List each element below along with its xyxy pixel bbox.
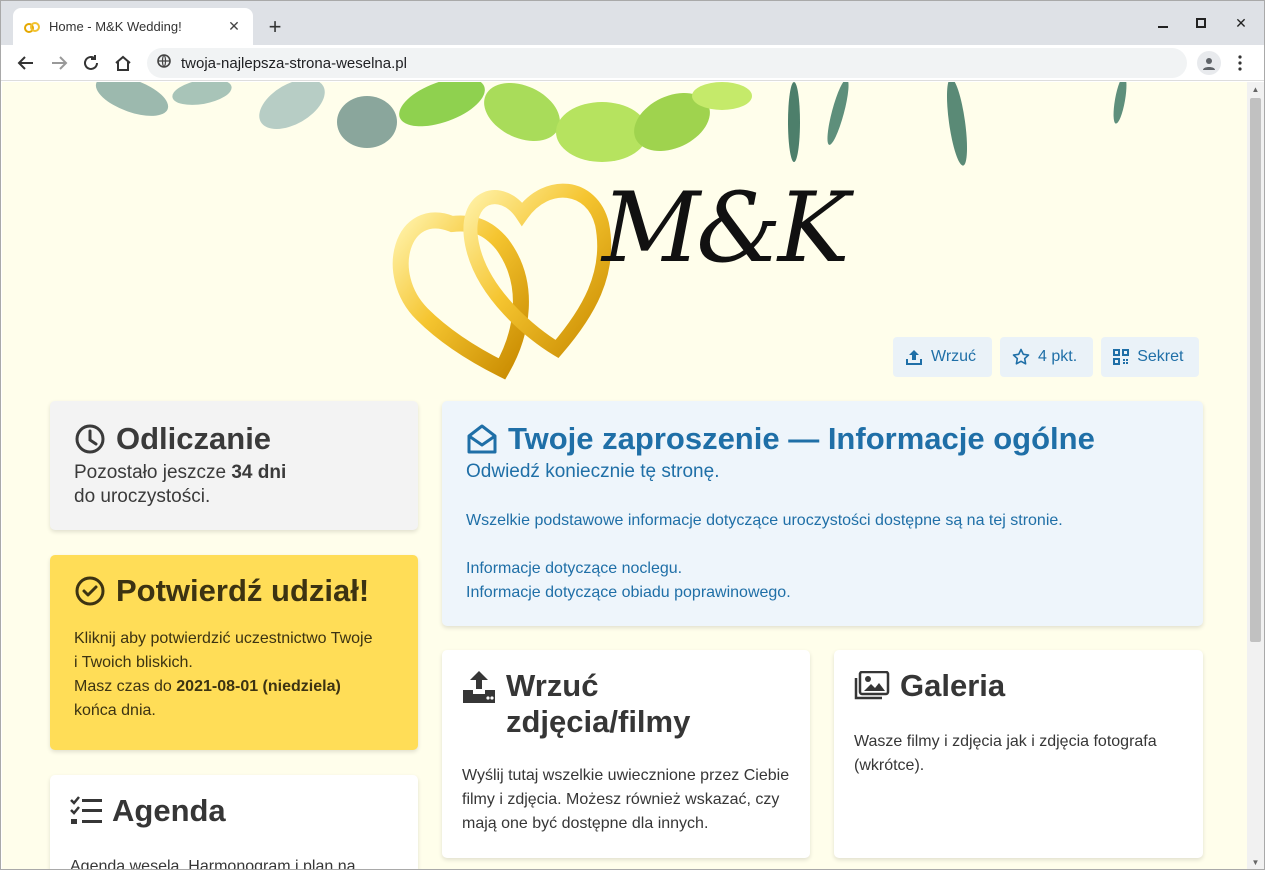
invitation-accommodation-link[interactable]: Informacje dotyczące noclegu.	[466, 557, 1179, 581]
invitation-title-text: Twoje zaproszenie — Informacje ogólne	[508, 421, 1095, 456]
star-icon	[1012, 348, 1030, 365]
gallery-card[interactable]: Galeria Wasze filmy i zdjęcia jak i zdję…	[834, 650, 1203, 858]
check-circle-icon	[75, 576, 105, 606]
images-icon	[854, 671, 890, 700]
confirm-line2: i Twoich bliskich.	[74, 654, 193, 671]
gallery-title: Galeria	[854, 668, 1183, 704]
browser-window: Home - M&K Wedding! ✕ + ✕ twoja-najlepsz…	[0, 0, 1265, 870]
agenda-desc: Agenda wesela. Harmonogram i plan na	[70, 858, 356, 869]
confirm-title-text: Potwierdź udział!	[116, 573, 370, 608]
upload-media-card[interactable]: Wrzuć zdjęcia/filmy Wyślij tutaj wszelkie…	[442, 650, 810, 858]
agenda-title-text: Agenda	[112, 793, 226, 828]
secret-button-label: Sekret	[1137, 348, 1184, 365]
site-info-icon[interactable]	[157, 53, 171, 73]
tab-strip: Home - M&K Wedding! ✕ + ✕	[1, 1, 1264, 45]
invitation-subtitle: Odwiedź koniecznie tę stronę.	[466, 461, 720, 482]
profile-avatar-icon[interactable]	[1197, 51, 1221, 75]
upload-desc: Wyślij tutaj wszelkie uwiecznione przez …	[462, 767, 790, 832]
upload-box-icon	[463, 671, 495, 703]
url-text: twoja-najlepsza-strona-weselna.pl	[181, 54, 407, 72]
browser-menu-icon[interactable]	[1231, 51, 1249, 75]
secret-button[interactable]: Sekret	[1101, 337, 1200, 377]
upload-button[interactable]: Wrzuć	[893, 337, 993, 377]
browser-toolbar: twoja-najlepsza-strona-weselna.pl	[1, 45, 1264, 81]
invitation-general-link[interactable]: Wszelkie podstawowe informacje dotyczące…	[466, 509, 1179, 533]
confirm-title: Potwierdź udział!	[74, 573, 394, 609]
envelope-open-icon	[467, 424, 497, 454]
confirm-line3: Masz czas do	[74, 678, 177, 695]
countdown-title: Odliczanie	[74, 421, 394, 457]
invitation-title: Twoje zaproszenie — Informacje ogólne	[466, 421, 1179, 457]
clock-icon	[75, 424, 105, 454]
gallery-title-text: Galeria	[900, 668, 1006, 703]
home-icon[interactable]	[110, 50, 136, 76]
invitation-dinner-link[interactable]: Informacje dotyczące obiadu poprawinoweg…	[466, 581, 1179, 605]
countdown-text: Pozostało jeszcze 34 dni do uroczystości.	[74, 461, 394, 509]
monogram-logo: M&K	[602, 172, 849, 284]
tab-close-icon[interactable]: ✕	[225, 18, 243, 36]
new-tab-button[interactable]: +	[263, 14, 287, 39]
upload-title-text: Wrzuć zdjęcia/filmy	[506, 668, 690, 740]
scroll-up-arrow-icon[interactable]: ▲	[1247, 82, 1264, 96]
gallery-desc: Wasze filmy i zdjęcia jak i zdjęcia foto…	[854, 733, 1157, 774]
confirm-line1: Kliknij aby potwierdzić uczestnictwo Two…	[74, 630, 373, 647]
confirm-attendance-card[interactable]: Potwierdź udział! Kliknij aby potwierdzi…	[50, 555, 418, 750]
tab-title: Home - M&K Wedding!	[49, 19, 182, 34]
points-button-label: 4 pkt.	[1038, 348, 1078, 365]
countdown-title-text: Odliczanie	[116, 421, 272, 456]
agenda-card[interactable]: Agenda Agenda wesela. Harmonogram i plan…	[50, 775, 418, 869]
page-scrollbar[interactable]: ▲ ▼	[1247, 82, 1264, 869]
upload-title-line2: zdjęcia/filmy	[506, 704, 691, 739]
scroll-down-arrow-icon[interactable]: ▼	[1247, 855, 1264, 869]
upload-title: Wrzuć zdjęcia/filmy	[462, 668, 790, 740]
address-bar[interactable]: twoja-najlepsza-strona-weselna.pl	[147, 48, 1187, 78]
countdown-prefix: Pozostało jeszcze	[74, 462, 232, 483]
qr-code-icon	[1113, 349, 1130, 365]
upload-icon	[906, 350, 922, 365]
reload-icon[interactable]	[78, 50, 104, 76]
upload-title-line1: Wrzuć	[506, 668, 599, 703]
invitation-card[interactable]: Twoje zaproszenie — Informacje ogólne Od…	[442, 401, 1203, 626]
checklist-icon	[70, 796, 102, 824]
minimize-icon[interactable]	[1151, 13, 1175, 33]
rings-favicon-icon	[23, 20, 41, 34]
window-close-icon[interactable]: ✕	[1229, 13, 1253, 33]
back-arrow-icon[interactable]	[13, 50, 39, 76]
action-buttons: Wrzuć 4 pkt. Sekret	[893, 337, 1200, 377]
forward-arrow-icon[interactable]	[46, 50, 72, 76]
countdown-card: Odliczanie Pozostało jeszcze 34 dni do ur…	[50, 401, 418, 530]
confirm-line4: końca dnia.	[74, 702, 156, 719]
countdown-suffix: do uroczystości.	[74, 486, 211, 507]
upload-button-label: Wrzuć	[931, 348, 977, 365]
scroll-thumb[interactable]	[1250, 98, 1261, 642]
tab-home[interactable]: Home - M&K Wedding! ✕	[13, 8, 253, 45]
confirm-deadline: 2021-08-01 (niedziela)	[176, 678, 341, 695]
page-viewport: M&K Wrzuć 4 pkt. Sekret Odliczanie Pozos…	[2, 82, 1247, 869]
agenda-title: Agenda	[70, 793, 398, 829]
confirm-text: Kliknij aby potwierdzić uczestnictwo Two…	[74, 627, 394, 723]
countdown-days: 34 dni	[231, 462, 287, 483]
maximize-icon[interactable]	[1189, 13, 1213, 33]
points-button[interactable]: 4 pkt.	[1000, 337, 1094, 377]
